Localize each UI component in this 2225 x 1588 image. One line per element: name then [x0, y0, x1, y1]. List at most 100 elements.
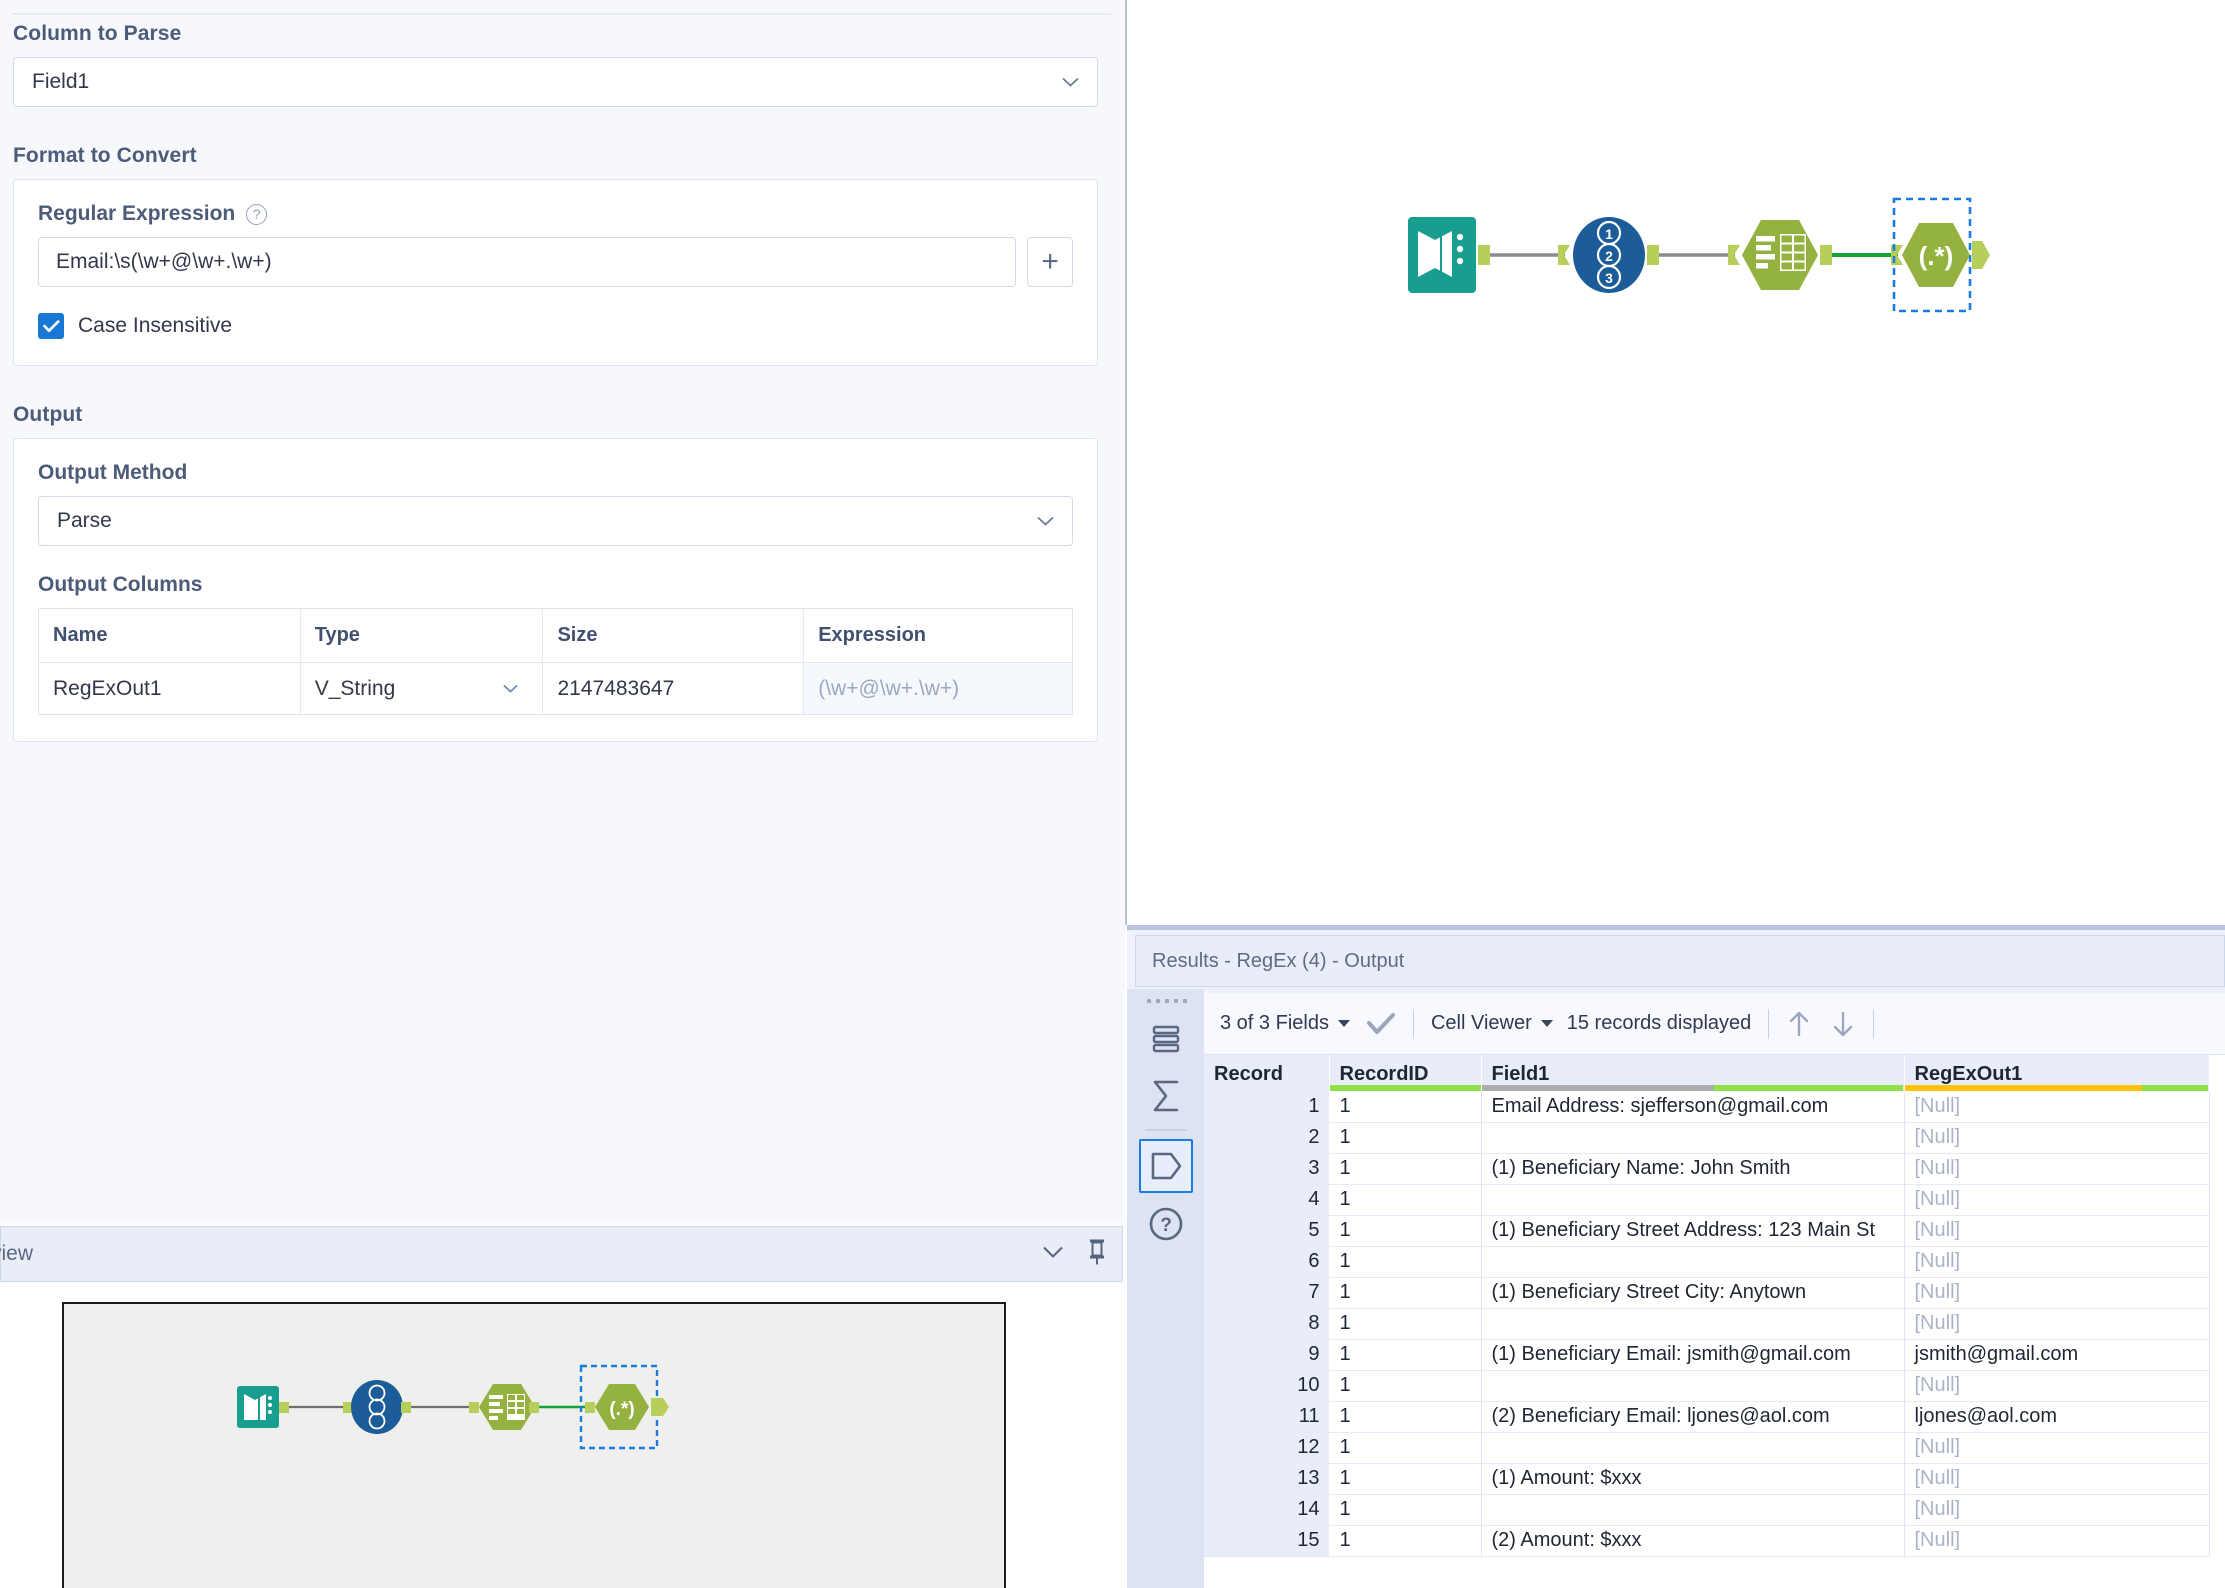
cell-recordid[interactable]: 1 [1329, 1463, 1482, 1495]
output-columns-row[interactable]: RegExOut1 V_String 2147483647 (\w+@\w+.\… [38, 662, 1073, 715]
output-col-type-select[interactable]: V_String [300, 662, 544, 715]
case-insensitive-checkbox[interactable] [38, 313, 64, 339]
cell-record[interactable]: 6 [1204, 1246, 1330, 1278]
table-row[interactable]: 4 1 [Null] [1204, 1184, 2210, 1216]
cell-field1[interactable]: (1) Beneficiary Street Address: 123 Main… [1481, 1215, 1905, 1247]
cell-field1[interactable] [1481, 1308, 1905, 1340]
rail-drag-handle[interactable] [1143, 995, 1191, 1007]
plus-icon[interactable]: + [1027, 237, 1073, 287]
cell-recordid[interactable]: 1 [1329, 1215, 1482, 1247]
cell-regexout1[interactable]: [Null] [1904, 1525, 2210, 1557]
cell-recordid[interactable]: 1 [1329, 1122, 1482, 1154]
cell-field1[interactable]: (2) Amount: $xxx [1481, 1525, 1905, 1557]
cell-recordid[interactable]: 1 [1329, 1339, 1482, 1371]
cell-field1[interactable] [1481, 1370, 1905, 1402]
cell-viewer-selector[interactable]: Cell Viewer [1431, 1012, 1553, 1035]
cell-field1[interactable]: (1) Beneficiary Street City: Anytown [1481, 1277, 1905, 1309]
overview-body[interactable]: (.*) [0, 1284, 1123, 1588]
cell-field1[interactable] [1481, 1184, 1905, 1216]
overview-canvas-thumbnail[interactable]: (.*) [62, 1302, 1006, 1588]
cell-record[interactable]: 9 [1204, 1339, 1330, 1371]
cell-record[interactable]: 1 [1204, 1091, 1330, 1123]
cell-record[interactable]: 7 [1204, 1277, 1330, 1309]
sigma-sum-icon[interactable] [1139, 1069, 1193, 1123]
help-circle-icon[interactable]: ? [1139, 1197, 1193, 1251]
tool-regex[interactable]: (.*) [1892, 197, 1990, 313]
pin-icon[interactable] [1086, 1238, 1108, 1271]
column-header-recordid[interactable]: RecordID [1329, 1055, 1482, 1091]
case-insensitive-row[interactable]: Case Insensitive [38, 313, 1073, 339]
cell-recordid[interactable]: 1 [1329, 1153, 1482, 1185]
cell-regexout1[interactable]: [Null] [1904, 1432, 2210, 1464]
table-row[interactable]: 6 1 [Null] [1204, 1246, 2210, 1278]
cell-regexout1[interactable]: [Null] [1904, 1277, 2210, 1309]
cell-record[interactable]: 5 [1204, 1215, 1330, 1247]
results-grid-container[interactable]: Record RecordID Field1 RegExOut1 1 1 Ema… [1204, 1055, 2225, 1588]
cell-field1[interactable]: (1) Beneficiary Email: jsmith@gmail.com [1481, 1339, 1905, 1371]
table-row[interactable]: 12 1 [Null] [1204, 1432, 2210, 1464]
table-row[interactable]: 7 1 (1) Beneficiary Street City: Anytown [N… [1204, 1277, 2210, 1309]
cell-record[interactable]: 14 [1204, 1494, 1330, 1526]
cell-regexout1[interactable]: [Null] [1904, 1463, 2210, 1495]
table-row[interactable]: 2 1 [Null] [1204, 1122, 2210, 1154]
regex-input[interactable]: Email:\s(\w+@\w+.\w+) [38, 237, 1017, 287]
cell-field1[interactable] [1481, 1246, 1905, 1278]
data-grid-icon[interactable] [1139, 1011, 1193, 1065]
cell-field1[interactable]: Email Address: sjefferson@gmail.com [1481, 1091, 1905, 1123]
cell-recordid[interactable]: 1 [1329, 1494, 1482, 1526]
table-row[interactable]: 8 1 [Null] [1204, 1308, 2210, 1340]
chevron-down-icon[interactable] [1042, 1245, 1064, 1263]
cell-regexout1[interactable]: [Null] [1904, 1091, 2210, 1123]
cell-recordid[interactable]: 1 [1329, 1184, 1482, 1216]
cell-field1[interactable]: (2) Beneficiary Email: ljones@aol.com [1481, 1401, 1905, 1433]
fields-selector[interactable]: 3 of 3 Fields [1220, 1012, 1350, 1035]
cell-record[interactable]: 15 [1204, 1525, 1330, 1557]
cell-record[interactable]: 2 [1204, 1122, 1330, 1154]
table-row[interactable]: 9 1 (1) Beneficiary Email: jsmith@gmail.co… [1204, 1339, 2210, 1371]
cell-record[interactable]: 11 [1204, 1401, 1330, 1433]
cell-recordid[interactable]: 1 [1329, 1277, 1482, 1309]
tool-text-to-columns[interactable] [1742, 220, 1818, 290]
tool-input-data[interactable] [1408, 217, 1476, 293]
column-to-parse-select[interactable]: Field1 [13, 57, 1098, 107]
metadata-tag-icon[interactable] [1139, 1139, 1193, 1193]
table-row[interactable]: 10 1 [Null] [1204, 1370, 2210, 1402]
cell-regexout1[interactable]: jsmith@gmail.com [1904, 1339, 2210, 1371]
cell-recordid[interactable]: 1 [1329, 1525, 1482, 1557]
help-circle-icon[interactable]: ? [246, 203, 268, 225]
table-row[interactable]: 15 1 (2) Amount: $xxx [Null] [1204, 1525, 2210, 1557]
tool-record-id[interactable]: 1 2 3 [1573, 217, 1645, 293]
cell-regexout1[interactable]: [Null] [1904, 1215, 2210, 1247]
cell-record[interactable]: 3 [1204, 1153, 1330, 1185]
cell-record[interactable]: 8 [1204, 1308, 1330, 1340]
cell-record[interactable]: 10 [1204, 1370, 1330, 1402]
table-row[interactable]: 5 1 (1) Beneficiary Street Address: 123 Ma… [1204, 1215, 2210, 1247]
column-header-regexout1[interactable]: RegExOut1 [1904, 1055, 2210, 1091]
output-col-size[interactable]: 2147483647 [542, 662, 805, 715]
cell-field1[interactable] [1481, 1122, 1905, 1154]
cell-regexout1[interactable]: [Null] [1904, 1122, 2210, 1154]
cell-field1[interactable]: (1) Amount: $xxx [1481, 1463, 1905, 1495]
cell-field1[interactable] [1481, 1494, 1905, 1526]
cell-recordid[interactable]: 1 [1329, 1370, 1482, 1402]
cell-regexout1[interactable]: [Null] [1904, 1494, 2210, 1526]
cell-regexout1[interactable]: [Null] [1904, 1370, 2210, 1402]
cell-record[interactable]: 4 [1204, 1184, 1330, 1216]
column-header-record[interactable]: Record [1204, 1055, 1330, 1091]
table-row[interactable]: 13 1 (1) Amount: $xxx [Null] [1204, 1463, 2210, 1495]
cell-regexout1[interactable]: [Null] [1904, 1153, 2210, 1185]
cell-record[interactable]: 13 [1204, 1463, 1330, 1495]
cell-field1[interactable]: (1) Beneficiary Name: John Smith [1481, 1153, 1905, 1185]
output-method-select[interactable]: Parse [38, 496, 1073, 546]
cell-regexout1[interactable]: [Null] [1904, 1308, 2210, 1340]
table-row[interactable]: 1 1 Email Address: sjefferson@gmail.com [Nu… [1204, 1091, 2210, 1123]
checkmark-icon[interactable] [1366, 1012, 1396, 1036]
output-col-name[interactable]: RegExOut1 [38, 662, 301, 715]
table-row[interactable]: 11 1 (2) Beneficiary Email: ljones@aol.com… [1204, 1401, 2210, 1433]
table-row[interactable]: 14 1 [Null] [1204, 1494, 2210, 1526]
cell-recordid[interactable]: 1 [1329, 1091, 1482, 1123]
cell-recordid[interactable]: 1 [1329, 1401, 1482, 1433]
cell-field1[interactable] [1481, 1432, 1905, 1464]
cell-regexout1[interactable]: [Null] [1904, 1246, 2210, 1278]
cell-regexout1[interactable]: ljones@aol.com [1904, 1401, 2210, 1433]
